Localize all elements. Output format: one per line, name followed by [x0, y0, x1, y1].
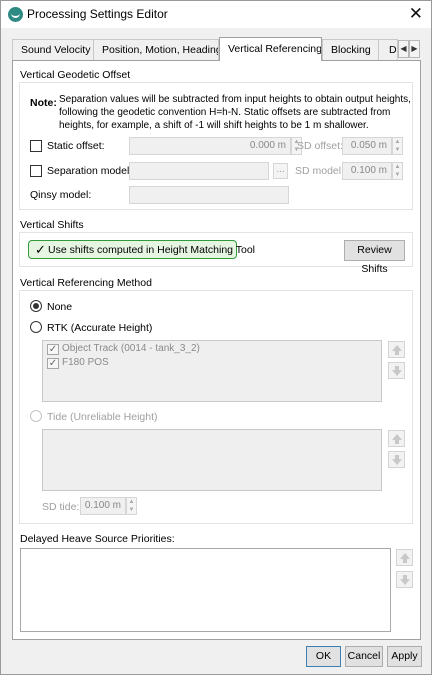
app-logo-icon	[8, 7, 23, 22]
review-shifts-button[interactable]: Review Shifts	[344, 240, 405, 275]
note-text: Separation values will be subtracted fro…	[59, 94, 411, 131]
rtk-item-label: Object Track (0014 - tank_3_2)	[62, 343, 200, 354]
checkmark-icon: ✓	[35, 242, 46, 257]
close-icon[interactable]: ✕	[409, 4, 423, 24]
section-title-delayed-heave: Delayed Heave Source Priorities:	[20, 533, 175, 545]
static-offset-label: Static offset:	[47, 140, 105, 152]
section-title-vertical-geodetic-offset: Vertical Geodetic Offset	[20, 69, 131, 81]
sd-offset-field[interactable]: 0.050 m	[342, 137, 392, 155]
radio-tide[interactable]	[30, 410, 42, 422]
use-shifts-checkbox[interactable]: ✓ Use shifts computed in Height Matching…	[28, 240, 255, 259]
move-down-arrow-icon[interactable]	[388, 451, 405, 468]
sd-offset-label: SD offset:	[297, 140, 343, 152]
window-title: Processing Settings Editor	[27, 7, 168, 21]
radio-none-label: None	[47, 301, 73, 313]
rtk-item-label: F180 POS	[62, 357, 109, 368]
tab-strip: Sound Velocity Position, Motion, Heading…	[12, 37, 421, 61]
tab-scroll-left-icon[interactable]: ◀	[398, 40, 409, 58]
sd-model-field[interactable]: 0.100 m	[342, 162, 392, 180]
spin-up-icon[interactable]: ▲	[393, 163, 402, 171]
tab-scroll-right-icon[interactable]: ▶	[409, 40, 420, 58]
radio-rtk-label: RTK (Accurate Height)	[47, 322, 153, 334]
ok-button[interactable]: OK	[306, 646, 341, 667]
apply-button[interactable]: Apply	[387, 646, 422, 667]
rtk-source-list[interactable]: ✓ Object Track (0014 - tank_3_2) ✓ F180 PO…	[42, 340, 382, 402]
static-offset-field[interactable]: 0.000 m	[129, 137, 291, 155]
title-bar: Processing Settings Editor ✕	[1, 1, 431, 28]
sd-model-label: SD model:	[295, 165, 345, 177]
move-down-arrow-icon[interactable]	[396, 571, 413, 588]
processing-settings-window: Processing Settings Editor ✕ Sound Veloc…	[0, 0, 432, 675]
list-item[interactable]: ✓ Object Track (0014 - tank_3_2)	[47, 343, 200, 356]
list-item[interactable]: ✓ F180 POS	[47, 357, 109, 370]
sd-model-spinner[interactable]: ▲ ▼	[392, 162, 403, 180]
section-title-vertical-shifts: Vertical Shifts	[20, 219, 84, 231]
tide-source-list[interactable]	[42, 429, 382, 491]
tab-sound-velocity[interactable]: Sound Velocity	[12, 39, 94, 60]
checkmark-icon[interactable]: ✓	[47, 358, 59, 369]
sd-tide-spinner[interactable]: ▲ ▼	[126, 497, 137, 515]
move-up-arrow-icon[interactable]	[388, 430, 405, 447]
move-up-arrow-icon[interactable]	[396, 549, 413, 566]
cancel-button[interactable]: Cancel	[345, 646, 383, 667]
radio-tide-label: Tide (Unreliable Height)	[47, 411, 158, 423]
radio-none[interactable]	[30, 300, 42, 312]
separation-model-checkbox[interactable]	[30, 165, 42, 177]
spin-down-icon[interactable]: ▼	[393, 171, 402, 179]
separation-model-browse-button[interactable]: ...	[273, 163, 288, 179]
delayed-heave-priority-list[interactable]	[20, 548, 391, 632]
section-title-vertical-referencing-method: Vertical Referencing Method	[20, 277, 152, 289]
sd-offset-spinner[interactable]: ▲ ▼	[392, 137, 403, 155]
separation-model-label: Separation model:	[47, 165, 133, 177]
move-down-arrow-icon[interactable]	[388, 362, 405, 379]
tab-position-motion-heading[interactable]: Position, Motion, Heading	[93, 39, 219, 60]
tab-truncated[interactable]: D	[378, 39, 398, 60]
qinsy-model-label: Qinsy model:	[30, 189, 92, 201]
spin-down-icon[interactable]: ▼	[393, 146, 402, 154]
spin-down-icon[interactable]: ▼	[127, 506, 136, 514]
spin-up-icon[interactable]: ▲	[393, 138, 402, 146]
sd-tide-label: SD tide:	[42, 501, 80, 513]
static-offset-checkbox[interactable]	[30, 140, 42, 152]
radio-rtk[interactable]	[30, 321, 42, 333]
sd-tide-field[interactable]: 0.100 m	[80, 497, 126, 515]
separation-model-field[interactable]	[129, 162, 269, 180]
tab-blocking[interactable]: Blocking	[322, 39, 379, 60]
checkmark-icon[interactable]: ✓	[47, 344, 59, 355]
tab-vertical-referencing[interactable]: Vertical Referencing	[219, 37, 322, 61]
use-shifts-label: Use shifts computed in Height Matching T…	[48, 244, 255, 256]
spin-up-icon[interactable]: ▲	[127, 498, 136, 506]
move-up-arrow-icon[interactable]	[388, 341, 405, 358]
qinsy-model-field[interactable]	[129, 186, 289, 204]
note-label: Note:	[30, 97, 57, 109]
